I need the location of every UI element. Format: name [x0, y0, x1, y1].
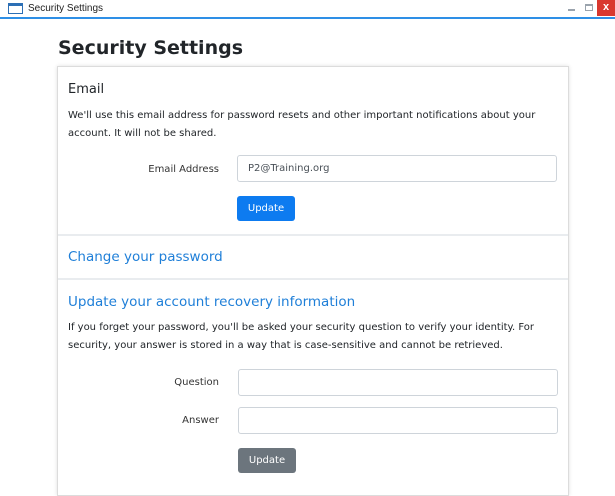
password-section: Change your password — [58, 236, 568, 278]
window-title: Security Settings — [28, 3, 104, 14]
email-section: Email We'll use this email address for p… — [58, 67, 568, 234]
email-update-button[interactable]: Update — [237, 196, 295, 221]
recovery-heading: Update your account recovery information — [68, 294, 356, 310]
page-title: Security Settings — [58, 37, 244, 59]
question-label: Question — [174, 377, 219, 388]
recovery-update-button[interactable]: Update — [238, 448, 296, 473]
email-address-label: Email Address — [148, 164, 219, 175]
recovery-description: If you forget your password, you'll be a… — [68, 322, 535, 351]
maximize-icon[interactable] — [581, 0, 597, 16]
settings-card: Email We'll use this email address for p… — [57, 66, 569, 496]
email-description: We'll use this email address for passwor… — [68, 110, 536, 139]
close-icon: x — [602, 1, 610, 13]
answer-input[interactable] — [238, 407, 558, 434]
window-icon — [8, 3, 23, 14]
recovery-section: Update your account recovery information… — [58, 280, 568, 490]
email-heading: Email — [68, 82, 105, 97]
titlebar-divider — [0, 17, 615, 19]
answer-label: Answer — [182, 415, 219, 426]
close-button[interactable]: x — [597, 0, 615, 16]
change-password-link[interactable]: Change your password — [68, 249, 223, 265]
email-field[interactable] — [237, 155, 557, 182]
window-titlebar: Security Settings x — [0, 0, 615, 19]
minimize-icon[interactable] — [564, 0, 580, 16]
question-input[interactable] — [238, 369, 558, 396]
